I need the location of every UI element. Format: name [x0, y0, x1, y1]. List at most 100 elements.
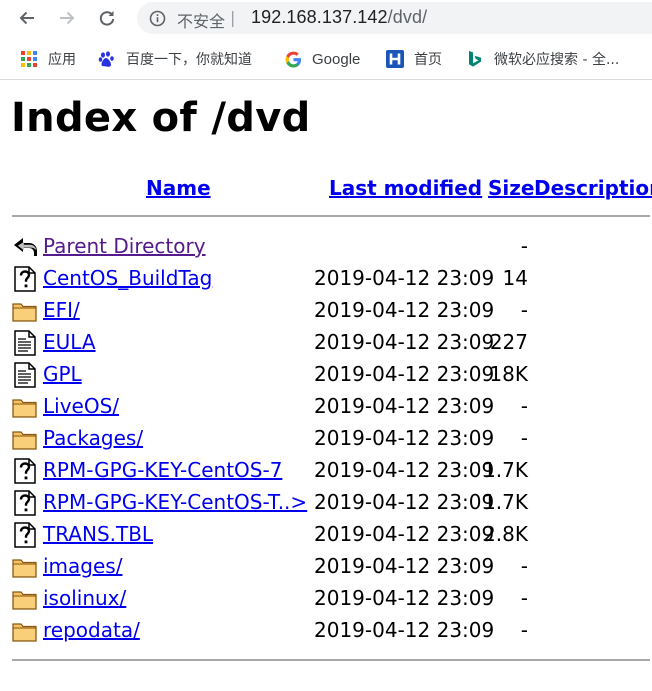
security-label[interactable]: 不安全 — [177, 8, 225, 32]
info-icon[interactable] — [149, 10, 166, 27]
table-row: CentOS_BuildTag 2019-04-12 23:09 14 — [12, 263, 652, 295]
size-cell: - — [520, 298, 528, 322]
url-host: 192.168.137.142 — [251, 7, 388, 27]
size-cell: - — [520, 394, 528, 418]
baidu-paw-icon — [98, 50, 116, 68]
size-cell: - — [520, 426, 528, 450]
last-modified-cell: 2019-04-12 23:09 — [314, 266, 495, 290]
size-cell: 1.7K — [483, 490, 528, 514]
file-link[interactable]: CentOS_BuildTag — [43, 266, 212, 290]
sort-by-name-link[interactable]: Name — [146, 176, 211, 200]
unknown-file-icon — [14, 490, 36, 516]
page-title: Index of /dvd — [11, 95, 311, 141]
last-modified-cell: 2019-04-12 23:09 — [314, 522, 495, 546]
file-link[interactable]: GPL — [43, 362, 82, 386]
bookmark-home[interactable]: 首页 — [386, 38, 442, 80]
bookmark-label: Google — [312, 50, 361, 68]
bookmark-label: 百度一下，你就知道 — [126, 52, 252, 68]
h-logo-icon — [386, 50, 404, 68]
size-cell: 2.8K — [483, 522, 528, 546]
url-text[interactable]: 192.168.137.142/dvd/ — [251, 7, 427, 28]
last-modified-cell: 2019-04-12 23:09 — [314, 298, 495, 322]
bookmark-google[interactable]: Google — [284, 38, 360, 80]
bookmark-label: 应用 — [48, 52, 76, 68]
folder-icon — [12, 303, 37, 322]
sort-by-description-link[interactable]: Description — [534, 176, 652, 200]
file-link[interactable]: RPM-GPG-KEY-CentOS-T..> — [43, 490, 307, 514]
unknown-file-icon — [14, 458, 36, 484]
folder-icon — [12, 431, 37, 450]
url-separator: | — [230, 8, 236, 27]
apps-grid-icon — [20, 50, 38, 68]
bookmark-apps[interactable]: 应用 — [20, 38, 76, 80]
last-modified-cell: 2019-04-12 23:09 — [314, 490, 495, 514]
size-cell: - — [520, 554, 528, 578]
table-row: EFI/2019-04-12 23:09 - — [12, 295, 652, 327]
text-file-icon — [14, 330, 36, 356]
last-modified-cell: 2019-04-12 23:09 — [314, 394, 495, 418]
table-row: Packages/2019-04-12 23:09 - — [12, 423, 652, 455]
size-cell: - — [520, 618, 528, 642]
table-row: RPM-GPG-KEY-CentOS-7 2019-04-12 23:09 1.7K — [12, 455, 652, 487]
reload-button[interactable] — [92, 4, 122, 32]
size-cell: 18K — [489, 362, 528, 386]
last-modified-cell: 2019-04-12 23:09 — [314, 426, 495, 450]
folder-icon — [12, 559, 37, 578]
reload-icon — [99, 11, 115, 26]
forward-button[interactable] — [52, 4, 82, 32]
table-row: RPM-GPG-KEY-CentOS-T..> 2019-04-12 23:09 1… — [12, 487, 652, 519]
folder-icon — [12, 399, 37, 418]
file-link[interactable]: LiveOS/ — [43, 394, 119, 418]
table-row: GPL 2019-04-12 23:09 18K — [12, 359, 652, 391]
last-modified-cell: 2019-04-12 23:09 — [314, 618, 495, 642]
table-row: LiveOS/2019-04-12 23:09 - — [12, 391, 652, 423]
table-row: isolinux/2019-04-12 23:09 - — [12, 583, 652, 615]
file-link[interactable]: TRANS.TBL — [43, 522, 153, 546]
header-divider — [12, 215, 650, 217]
bookmark-baidu[interactable]: 百度一下，你就知道 — [98, 38, 252, 80]
file-link[interactable]: Packages/ — [43, 426, 143, 450]
file-link[interactable]: isolinux/ — [43, 586, 126, 610]
last-modified-cell: 2019-04-12 23:09 — [314, 362, 495, 386]
back-arrow-icon — [14, 238, 37, 256]
arrow-left-icon — [19, 11, 34, 25]
back-button[interactable] — [12, 4, 42, 32]
file-link[interactable]: RPM-GPG-KEY-CentOS-7 — [43, 458, 282, 482]
table-row: TRANS.TBL 2019-04-12 23:09 2.8K — [12, 519, 652, 551]
table-row: Parent Directory - — [12, 231, 652, 263]
last-modified-cell: 2019-04-12 23:09 — [314, 330, 495, 354]
last-modified-cell: 2019-04-12 23:09 — [314, 458, 495, 482]
size-cell: - — [520, 586, 528, 610]
parent-directory-link[interactable]: Parent Directory — [43, 234, 206, 258]
address-bar[interactable]: 不安全 | 192.168.137.142/dvd/ — [137, 2, 652, 34]
folder-icon — [12, 623, 37, 642]
url-path: /dvd/ — [387, 7, 428, 27]
text-file-icon — [14, 362, 36, 388]
folder-icon — [12, 591, 37, 610]
bookmark-label: 首页 — [414, 52, 442, 68]
last-modified-cell: 2019-04-12 23:09 — [314, 554, 495, 578]
last-modified-cell: 2019-04-12 23:09 — [314, 586, 495, 610]
browser-toolbar: 不安全 | 192.168.137.142/dvd/ — [0, 0, 652, 38]
footer-divider — [12, 659, 650, 661]
bookmark-bing[interactable]: 微软必应搜索 - 全... — [466, 38, 619, 80]
table-row: repodata/2019-04-12 23:09 - — [12, 615, 652, 647]
google-g-icon — [284, 50, 302, 68]
size-cell: 1.7K — [483, 458, 528, 482]
file-link[interactable]: repodata/ — [43, 618, 140, 642]
size-cell: 227 — [489, 330, 528, 354]
file-link[interactable]: EFI/ — [43, 298, 80, 322]
table-row: images/2019-04-12 23:09 - — [12, 551, 652, 583]
unknown-file-icon — [14, 266, 36, 292]
size-cell: - — [520, 234, 528, 258]
unknown-file-icon — [14, 522, 36, 548]
file-link[interactable]: EULA — [43, 330, 96, 354]
directory-listing-page: Index of /dvd Name Last modified Size De… — [0, 81, 652, 691]
size-cell: 14 — [502, 266, 528, 290]
bing-icon — [466, 50, 484, 68]
bookmarks-bar: 应用 百度一下，你就知道 Google 首页 微软必应搜索 - 全... — [0, 38, 652, 80]
arrow-right-icon — [60, 11, 75, 25]
file-link[interactable]: images/ — [43, 554, 122, 578]
sort-by-size-link[interactable]: Size — [488, 176, 534, 200]
sort-by-last-modified-link[interactable]: Last modified — [329, 176, 482, 200]
